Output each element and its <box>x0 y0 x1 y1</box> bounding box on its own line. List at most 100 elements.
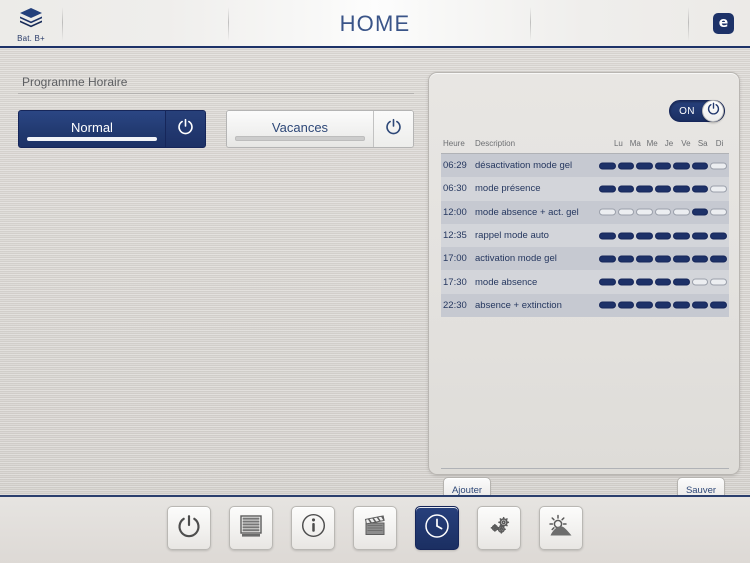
column-header-day-sa: Sa <box>697 139 708 148</box>
column-headers-days: Lu Ma Me Je Ve Sa Di <box>611 139 729 148</box>
day-pill-ve[interactable] <box>673 255 690 263</box>
row-time: 12:00 <box>443 206 467 218</box>
row-description: mode absence <box>475 276 538 288</box>
program-button-normal-label: Normal <box>71 120 113 135</box>
day-pill-sa[interactable] <box>691 301 709 309</box>
day-pill-je[interactable] <box>654 278 672 286</box>
program-normal-power-button[interactable] <box>165 111 205 147</box>
row-description: absence + extinction <box>475 299 562 311</box>
row-time: 17:30 <box>443 276 467 288</box>
day-pill-me[interactable] <box>636 232 653 240</box>
day-pill-di[interactable] <box>710 301 728 309</box>
table-row[interactable]: 12:00 mode absence + act. gel <box>441 200 729 224</box>
day-pill-lu[interactable] <box>599 301 616 309</box>
day-pill-ma[interactable] <box>617 185 635 193</box>
day-pill-ve[interactable] <box>673 162 690 170</box>
toggle-label: ON <box>679 105 695 117</box>
dock-button-settings[interactable] <box>477 506 521 550</box>
day-pill-sa[interactable] <box>691 278 709 286</box>
day-pill-ve[interactable] <box>673 301 690 309</box>
day-pill-ve[interactable] <box>673 185 690 193</box>
column-header-day-ve: Ve <box>681 139 691 148</box>
dock-button-schedule[interactable] <box>415 506 459 550</box>
dock-button-info[interactable] <box>291 506 335 550</box>
day-pill-sa[interactable] <box>691 232 709 240</box>
day-pill-ma[interactable] <box>617 278 635 286</box>
day-pill-ma[interactable] <box>617 162 635 170</box>
day-pill-di[interactable] <box>710 278 728 286</box>
panel-divider <box>441 468 729 469</box>
day-pill-je[interactable] <box>654 208 672 216</box>
row-day-toggles <box>599 301 729 309</box>
day-pill-lu[interactable] <box>599 278 616 286</box>
program-button-vacances-face[interactable]: Vacances <box>227 111 373 147</box>
table-row[interactable]: 17:00 activation mode gel <box>441 247 729 271</box>
column-header-day-lu: Lu <box>613 139 623 148</box>
day-pill-me[interactable] <box>636 255 653 263</box>
dock-button-blinds[interactable] <box>229 506 273 550</box>
day-pill-me[interactable] <box>636 185 653 193</box>
table-row[interactable]: 22:30 absence + extinction <box>441 293 729 318</box>
day-pill-di[interactable] <box>710 255 728 263</box>
day-pill-ve[interactable] <box>673 278 690 286</box>
dock-button-scenes[interactable] <box>353 506 397 550</box>
day-pill-sa[interactable] <box>691 255 709 263</box>
day-pill-ve[interactable] <box>673 232 690 240</box>
program-button-normal[interactable]: Normal <box>18 110 206 148</box>
table-row[interactable]: 06:30 mode présence <box>441 177 729 201</box>
day-pill-lu[interactable] <box>599 255 616 263</box>
day-pill-sa[interactable] <box>691 185 709 193</box>
row-time: 17:00 <box>443 253 467 265</box>
column-header-time: Heure <box>443 139 465 148</box>
power-icon <box>177 118 194 140</box>
program-button-vacances[interactable]: Vacances <box>226 110 414 148</box>
schedule-panel: ON Heure Description Lu Ma Me Je Ve Sa Di 06:2… <box>428 72 740 503</box>
day-pill-ve[interactable] <box>673 208 690 216</box>
bottom-toolbar <box>0 495 750 563</box>
day-pill-ma[interactable] <box>617 208 635 216</box>
day-pill-sa[interactable] <box>691 208 709 216</box>
day-pill-me[interactable] <box>636 278 653 286</box>
day-pill-je[interactable] <box>654 185 672 193</box>
row-day-toggles <box>599 232 729 240</box>
program-vacances-power-button[interactable] <box>373 111 413 147</box>
dock-button-weather[interactable] <box>539 506 583 550</box>
program-button-row: Normal Vacances <box>18 110 418 148</box>
day-pill-me[interactable] <box>636 162 653 170</box>
blinds-icon <box>238 513 264 544</box>
row-day-toggles <box>599 278 729 286</box>
dock-button-power[interactable] <box>167 506 211 550</box>
day-pill-sa[interactable] <box>691 162 709 170</box>
program-button-normal-face[interactable]: Normal <box>19 111 165 147</box>
day-pill-di[interactable] <box>710 185 728 193</box>
day-pill-ma[interactable] <box>617 301 635 309</box>
day-pill-me[interactable] <box>636 301 653 309</box>
day-pill-ma[interactable] <box>617 255 635 263</box>
row-day-toggles <box>599 185 729 193</box>
schedule-enable-toggle[interactable]: ON <box>669 100 725 122</box>
schedule-table-header: Heure Description Lu Ma Me Je Ve Sa Di <box>441 139 729 153</box>
toggle-knob[interactable] <box>702 100 724 122</box>
day-pill-je[interactable] <box>654 232 672 240</box>
day-pill-di[interactable] <box>710 232 728 240</box>
table-row[interactable]: 06:29 désactivation mode gel <box>441 154 729 178</box>
day-pill-je[interactable] <box>654 162 672 170</box>
day-pill-lu[interactable] <box>599 162 616 170</box>
e-brand-icon[interactable]: e <box>713 13 734 34</box>
day-pill-lu[interactable] <box>599 208 616 216</box>
day-pill-di[interactable] <box>710 208 728 216</box>
row-description: désactivation mode gel <box>475 160 573 172</box>
day-pill-lu[interactable] <box>599 185 616 193</box>
row-description: rappel mode auto <box>475 230 549 242</box>
day-pill-lu[interactable] <box>599 232 616 240</box>
info-icon <box>300 512 327 544</box>
table-row[interactable]: 17:30 mode absence <box>441 270 729 294</box>
day-pill-ma[interactable] <box>617 232 635 240</box>
row-day-toggles <box>599 255 729 263</box>
day-pill-me[interactable] <box>636 208 653 216</box>
table-row[interactable]: 12:35 rappel mode auto <box>441 223 729 248</box>
day-pill-je[interactable] <box>654 255 672 263</box>
day-pill-je[interactable] <box>654 301 672 309</box>
day-pill-di[interactable] <box>710 162 728 170</box>
row-time: 06:29 <box>443 160 467 172</box>
